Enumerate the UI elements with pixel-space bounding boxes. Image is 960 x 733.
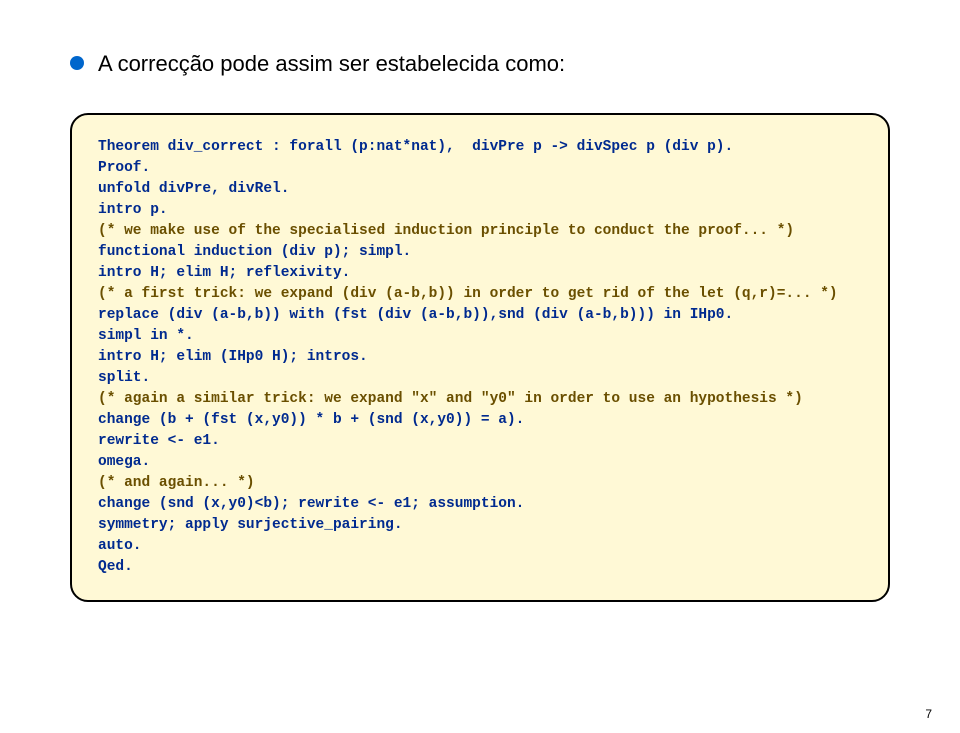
page-number: 7 — [925, 707, 932, 721]
code-line: change (snd (x,y0)<b); rewrite <- e1; as… — [98, 496, 524, 512]
code-block: Theorem div_correct : forall (p:nat*nat)… — [70, 113, 890, 602]
code-line: unfold divPre, divRel. — [98, 181, 289, 197]
code-line: replace (div (a-b,b)) with (fst (div (a-… — [98, 307, 733, 323]
code-line: auto. — [98, 538, 142, 554]
code-line: intro H; elim H; reflexivity. — [98, 265, 350, 281]
code-line: Qed. — [98, 559, 133, 575]
code-line: Proof. — [98, 160, 150, 176]
code-comment: (* we make use of the specialised induct… — [98, 223, 794, 239]
code-comment: (* a first trick: we expand (div (a-b,b)… — [98, 286, 838, 302]
bullet-icon — [70, 56, 84, 70]
code-comment: (* again a similar trick: we expand "x" … — [98, 391, 803, 407]
heading-text: A correcção pode assim ser estabelecida … — [98, 50, 565, 78]
code-line: intro p. — [98, 202, 168, 218]
code-line: symmetry; apply surjective_pairing. — [98, 517, 403, 533]
slide-page: A correcção pode assim ser estabelecida … — [0, 0, 960, 733]
code-line: simpl in *. — [98, 328, 194, 344]
code-line: Theorem div_correct : forall (p:nat*nat)… — [98, 139, 733, 155]
code-line: omega. — [98, 454, 150, 470]
code-line: functional induction (div p); simpl. — [98, 244, 411, 260]
code-line: rewrite <- e1. — [98, 433, 220, 449]
heading-row: A correcção pode assim ser estabelecida … — [70, 50, 890, 78]
code-comment: (* and again... *) — [98, 475, 255, 491]
code-line: split. — [98, 370, 150, 386]
code-line: intro H; elim (IHp0 H); intros. — [98, 349, 368, 365]
code-line: change (b + (fst (x,y0)) * b + (snd (x,y… — [98, 412, 524, 428]
